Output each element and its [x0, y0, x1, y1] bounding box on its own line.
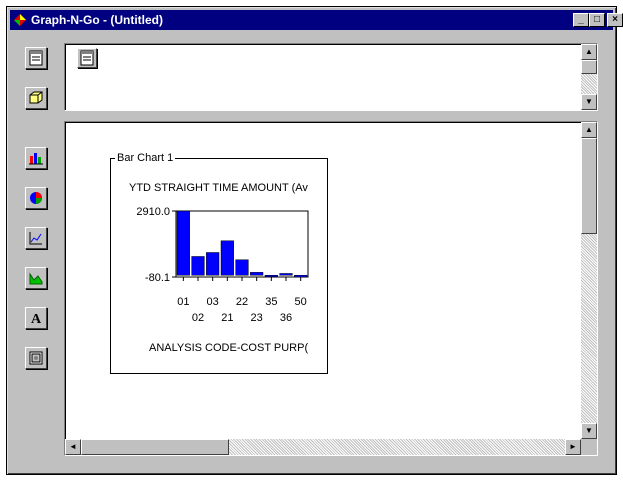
- x-tick-label: 36: [280, 312, 292, 324]
- window-title: Graph-N-Go - (Untitled): [31, 13, 163, 27]
- text-icon-glyph: A: [31, 312, 42, 326]
- arrow-right-icon: ►: [569, 442, 577, 451]
- close-icon: ×: [612, 14, 618, 25]
- bar: [264, 274, 278, 277]
- document-icon: [29, 50, 43, 66]
- arrow-down-icon: ▼: [585, 97, 593, 106]
- bar-chart-object[interactable]: Bar Chart 1 YTD STRAIGHT TIME AMOUNT (Av…: [110, 152, 328, 374]
- close-button[interactable]: ×: [607, 13, 623, 27]
- line-chart-icon: [29, 232, 42, 245]
- x-tick-label: 02: [192, 312, 204, 324]
- vertical-scroll-thumb[interactable]: [581, 138, 597, 234]
- scroll-right-button[interactable]: ►: [565, 439, 581, 455]
- x-tick-label: 03: [207, 296, 219, 308]
- bar: [250, 272, 264, 276]
- graph-n-go-icon: [14, 14, 26, 26]
- bar: [220, 240, 234, 276]
- area-chart-icon: [29, 272, 43, 285]
- scroll-left-button[interactable]: ◄: [65, 439, 81, 455]
- scroll-up-button[interactable]: ▲: [581, 122, 597, 138]
- bar: [191, 256, 205, 276]
- scroll-up-button[interactable]: ▲: [581, 44, 597, 60]
- minimize-icon: _: [578, 14, 584, 25]
- x-tick-label: 21: [221, 312, 233, 324]
- pie-chart-icon: [30, 192, 42, 204]
- arrow-up-icon: ▲: [585, 47, 593, 56]
- title-bar[interactable]: Graph-N-Go - (Untitled) _ □ ×: [10, 10, 623, 30]
- bar-chart-icon: [29, 153, 43, 165]
- x-tick-label: 01: [177, 296, 189, 308]
- document-button[interactable]: [25, 47, 47, 69]
- bar-chart-button[interactable]: [25, 147, 47, 169]
- text-button[interactable]: A: [25, 307, 47, 329]
- text-icon: A: [31, 312, 42, 326]
- bar-chart: YTD STRAIGHT TIME AMOUNT (Av ANALYSIS CO…: [129, 182, 309, 354]
- bar: [279, 273, 293, 276]
- line-chart-button[interactable]: [25, 227, 47, 249]
- top-pane-scrollbar[interactable]: ▲ ▼: [581, 44, 597, 110]
- x-tick-label: 23: [251, 312, 263, 324]
- top-pane: ▲ ▼: [64, 43, 598, 111]
- y-tick-label: -80.1: [145, 272, 170, 284]
- x-tick-label: 50: [295, 296, 307, 308]
- maximize-icon: □: [593, 14, 601, 25]
- scroll-thumb[interactable]: [581, 60, 597, 74]
- bar: [206, 252, 220, 276]
- pie-chart-button[interactable]: [25, 187, 47, 209]
- chart-title: YTD STRAIGHT TIME AMOUNT (Av: [129, 182, 308, 194]
- 3d-box-button[interactable]: [25, 87, 47, 109]
- 3d-box-icon: [29, 91, 43, 104]
- image-button[interactable]: [25, 347, 47, 369]
- bar: [294, 274, 308, 278]
- area-chart-button[interactable]: [25, 267, 47, 289]
- minimize-button[interactable]: _: [573, 13, 589, 27]
- x-tick-label: 35: [265, 296, 277, 308]
- scroll-corner: [581, 439, 597, 455]
- chart-x-axis-label: ANALYSIS CODE-COST PURP(: [149, 342, 308, 354]
- y-tick-label: 2910.0: [136, 206, 170, 218]
- scroll-down-button[interactable]: ▼: [581, 423, 597, 439]
- image-icon: [29, 351, 43, 365]
- x-tick-label: 22: [236, 296, 248, 308]
- arrow-up-icon: ▲: [585, 125, 593, 134]
- top-pane-document-button[interactable]: [77, 48, 97, 68]
- arrow-left-icon: ◄: [69, 442, 77, 451]
- document-icon: [80, 50, 94, 66]
- maximize-button[interactable]: □: [589, 13, 605, 27]
- arrow-down-icon: ▼: [585, 426, 593, 435]
- bar: [176, 210, 190, 276]
- bar: [235, 259, 249, 276]
- canvas-vertical-scrollbar[interactable]: ▲ ▼: [581, 122, 597, 439]
- canvas-horizontal-scrollbar[interactable]: ◄ ►: [65, 439, 581, 455]
- scroll-down-button[interactable]: ▼: [581, 94, 597, 110]
- horizontal-scroll-thumb[interactable]: [81, 439, 229, 455]
